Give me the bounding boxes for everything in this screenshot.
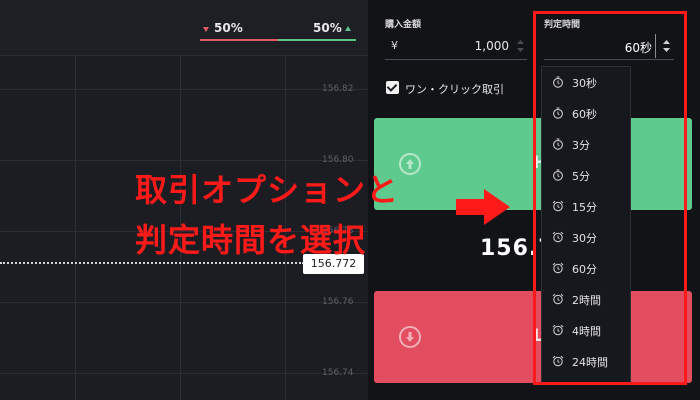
sentiment-bar-high — [278, 39, 356, 41]
sentiment-bar-low — [200, 39, 278, 41]
one-click-label: ワン・クリック取引 — [405, 83, 504, 96]
sentiment-up-icon — [345, 26, 351, 31]
current-price-line — [0, 262, 304, 264]
stepper-icon[interactable] — [517, 40, 524, 52]
y-axis-tick: 156.76 — [322, 297, 354, 307]
grid-line — [0, 89, 368, 90]
grid-line — [0, 373, 368, 374]
purchase-amount-field[interactable]: ¥ 1,000 — [385, 33, 527, 60]
grid-line — [75, 56, 76, 400]
up-arrow-icon — [399, 153, 421, 175]
grid-line — [0, 302, 368, 303]
one-click-checkbox[interactable] — [386, 81, 399, 94]
annotation-arrow-head — [484, 189, 510, 225]
y-axis-tick: 156.80 — [322, 155, 354, 165]
y-axis-tick: 156.74 — [322, 368, 354, 378]
sentiment-high-percent: 50% — [313, 21, 342, 35]
sentiment-low-percent: 50% — [214, 21, 243, 35]
sentiment-down-icon — [203, 27, 209, 32]
y-axis-tick: 156.82 — [322, 84, 354, 94]
currency-symbol: ¥ — [391, 39, 398, 52]
grid-line — [0, 160, 368, 161]
highlight-box — [533, 11, 687, 385]
annotation-text-line1: 取引オプションと — [135, 171, 400, 209]
purchase-amount-label: 購入金額 — [385, 20, 422, 30]
down-arrow-icon — [399, 326, 421, 348]
annotation-arrow-icon — [456, 199, 486, 215]
annotation-text-line2: 判定時間を選択 — [135, 221, 367, 259]
purchase-amount-value: 1,000 — [474, 39, 509, 53]
